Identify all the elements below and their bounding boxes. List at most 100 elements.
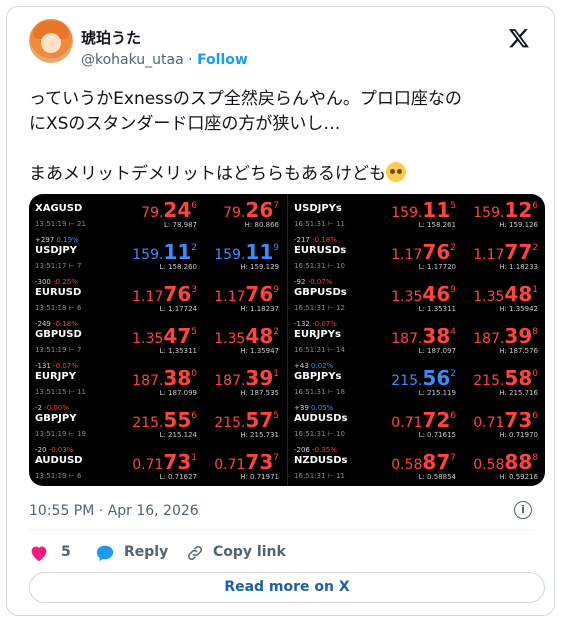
quote-row[interactable]: -20 -0.03% AUDUSD 13:51:19 ⊢ 6 0.71731 0.717…	[29, 445, 287, 486]
change-points: +297	[35, 236, 55, 244]
change-info: +297 0.19%	[35, 236, 79, 244]
ask-big: 73	[504, 408, 533, 432]
quote-row[interactable]: +43 0.02% GBPJPYs 16:51:31 ⊢ 18 215.562 215.…	[288, 361, 545, 405]
low-price: L: 215.119	[418, 389, 456, 397]
link-icon[interactable]	[186, 544, 204, 562]
bid-big: 55	[163, 408, 192, 432]
ask-sup: 2	[273, 327, 279, 337]
low-price: L: 0.71627	[159, 473, 197, 481]
quote-row[interactable]: -217 -0.18% EURUSDs 16:51:31 ⊢ 10 1.17762 1.…	[288, 235, 545, 279]
change-percent: -0.07%	[307, 278, 333, 286]
bid-sup: 6	[191, 201, 197, 211]
ask-big: 26	[245, 198, 274, 222]
low-price: L: 187.097	[418, 347, 456, 355]
ask-price: 1.35482	[214, 324, 279, 348]
separator: ·	[188, 52, 193, 68]
bid-main: 159.	[391, 205, 423, 221]
quote-time: 13:51:18 ⊢ 6	[35, 304, 82, 312]
low-price: L: 1.35311	[159, 347, 197, 355]
follow-button[interactable]: Follow	[197, 52, 248, 68]
bid-price: 0.71726	[391, 408, 456, 432]
ask-big: 12	[504, 198, 533, 222]
symbol-label: EURJPY	[35, 371, 76, 382]
symbol-label: GBPUSD	[35, 329, 82, 340]
low-price: L: 0.58854	[418, 473, 456, 481]
quote-time: 13:51:19 ⊢ 19	[35, 430, 86, 438]
change-points: -92	[294, 278, 306, 286]
quote-row[interactable]: USDJPYs 16:51:31 ⊢ 11 159.115 159.126 L: 158…	[288, 194, 545, 237]
bid-sup: 3	[191, 285, 197, 295]
high-price: H: 159.126	[499, 221, 538, 229]
tweet-timestamp[interactable]: 10:55 PM · Apr 16, 2026	[29, 503, 199, 519]
ask-main: 1.35	[214, 331, 246, 347]
high-price: H: 1.18233	[499, 263, 538, 271]
change-info: -217 -0.18%	[294, 236, 337, 244]
quote-time: 16:51:31 ⊢ 18	[294, 388, 345, 396]
bid-big: 38	[422, 324, 451, 348]
tweet-line: にXSのスタンダード口座の方が狭いし…	[29, 114, 341, 134]
bid-price: 0.71731	[132, 450, 197, 474]
bid-sup: 5	[191, 327, 197, 337]
info-icon[interactable]: i	[514, 501, 532, 519]
change-points: -300	[35, 278, 51, 286]
ask-price: 1.35481	[473, 282, 538, 306]
ask-main: 159.	[473, 205, 505, 221]
ask-main: 1.17	[473, 247, 505, 263]
ask-price: 215.575	[214, 408, 279, 432]
attached-image-quotes[interactable]: XAGUSD 13:51:19 ⊢ 21 79.246 79.267 L: 78.987…	[29, 194, 545, 486]
copy-link-button[interactable]: Copy link	[213, 544, 286, 560]
quote-row[interactable]: +39 0.05% AUDUSDs 16:51:31 ⊢ 10 0.71726 0.71…	[288, 403, 545, 447]
ask-price: 0.71737	[214, 450, 279, 474]
bid-main: 1.35	[132, 331, 164, 347]
quote-row[interactable]: -92 -0.07% GBPUSDs 16:51:31 ⊢ 12 1.35469 1.3…	[288, 277, 545, 321]
quote-row[interactable]: XAGUSD 13:51:19 ⊢ 21 79.246 79.267 L: 78.987…	[29, 194, 287, 237]
bid-sup: 2	[191, 243, 197, 253]
quote-row[interactable]: -300 -0.25% EURUSD 13:51:18 ⊢ 6 1.17763 1.17…	[29, 277, 287, 321]
low-price: L: 1.17724	[159, 305, 197, 313]
bid-main: 215.	[391, 373, 423, 389]
ask-sup: 5	[273, 411, 279, 421]
bid-price: 187.380	[132, 366, 197, 390]
quote-row[interactable]: -249 -0.18% GBPUSD 13:51:19 ⊢ 7 1.35475 1.35…	[29, 319, 287, 363]
ask-price: 79.267	[223, 198, 279, 222]
author-handle[interactable]: @kohaku_utaa	[81, 52, 184, 68]
high-price: H: 187.535	[240, 389, 279, 397]
pleading-face-emoji	[386, 162, 406, 182]
bid-price: 1.35469	[391, 282, 456, 306]
quote-time: 13:51:15 ⊢ 11	[35, 388, 86, 396]
bid-big: 56	[422, 366, 451, 390]
reply-icon[interactable]	[95, 544, 115, 562]
bid-main: 187.	[391, 331, 423, 347]
ask-main: 187.	[214, 373, 246, 389]
read-more-button[interactable]: Read more on X	[29, 572, 545, 603]
like-count[interactable]: 5	[61, 544, 71, 560]
bid-main: 79.	[141, 205, 164, 221]
author-name[interactable]: 琥珀うた	[81, 27, 141, 48]
ask-sup: 8	[532, 327, 538, 337]
divider	[29, 529, 532, 530]
change-points: -217	[294, 236, 310, 244]
ask-main: 1.35	[473, 289, 505, 305]
quote-row[interactable]: -206 -0.35% NZDUSDs 16:51:31 ⊢ 11 0.58877 0.…	[288, 445, 545, 486]
change-percent: -0.18%	[53, 320, 78, 328]
ask-price: 1.17769	[214, 282, 279, 306]
bid-sup: 2	[450, 243, 456, 253]
quote-row[interactable]: -2 -0.00% GBPJPY 13:51:19 ⊢ 19 215.556 215.5…	[29, 403, 287, 447]
bid-sup: 6	[191, 411, 197, 421]
change-percent: -0.18%	[312, 236, 337, 244]
change-percent: -0.07%	[53, 362, 78, 370]
x-logo-icon[interactable]	[508, 27, 530, 49]
ask-price: 159.126	[473, 198, 538, 222]
high-price: H: 0.71970	[499, 431, 538, 439]
change-info: +39 0.05%	[294, 404, 333, 412]
quote-row[interactable]: -131 -0.07% EURJPY 13:51:15 ⊢ 11 187.380 187…	[29, 361, 287, 405]
heart-icon[interactable]	[29, 544, 49, 562]
bid-price: 1.35475	[132, 324, 197, 348]
quote-row[interactable]: -132 -0.07% EURJPYs 16:51:31 ⊢ 14 187.384 18…	[288, 319, 545, 363]
reply-button[interactable]: Reply	[124, 544, 168, 560]
quote-row[interactable]: +297 0.19% USDJPY 13:51:17 ⊢ 7 159.112 159.1…	[29, 235, 287, 279]
bid-sup: 1	[191, 453, 197, 463]
avatar[interactable]	[29, 19, 73, 63]
symbol-label: NZDUSDs	[294, 455, 348, 466]
ask-big: 73	[245, 450, 274, 474]
